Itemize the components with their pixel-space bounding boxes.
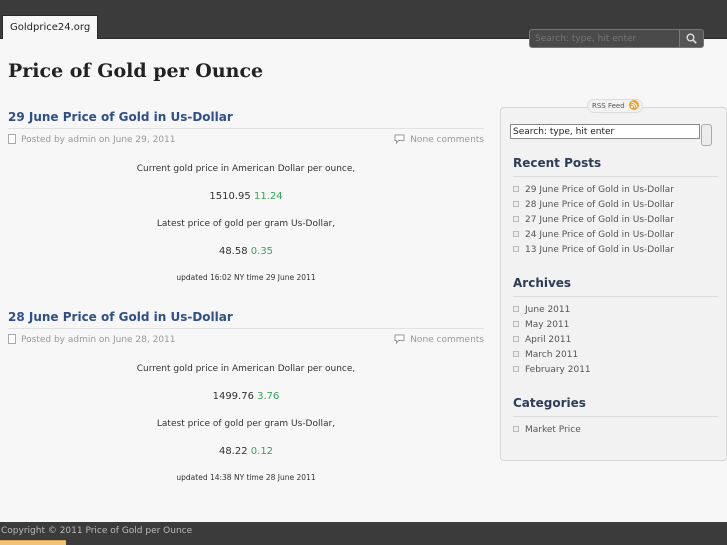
page-title: Price of Gold per Ounce [8, 60, 264, 82]
recent-post-link[interactable]: 29 June Price of Gold in Us-Dollar [513, 183, 718, 198]
bullet-icon [513, 366, 519, 372]
recent-post-link[interactable]: 28 June Price of Gold in Us-Dollar [513, 198, 718, 213]
post-line-ounce: Current gold price in American Dollar pe… [136, 364, 356, 374]
price-ounce-value: 1510.95 [209, 191, 251, 202]
categories-widget: Categories Market Price [513, 396, 718, 438]
price-gram-value: 48.58 [218, 246, 248, 257]
archive-link[interactable]: March 2011 [513, 348, 718, 363]
sidebar-search-input[interactable] [510, 124, 700, 139]
post: 28 June Price of Gold in Us-Dollar Poste… [8, 310, 484, 482]
archive-label: March 2011 [525, 350, 579, 360]
post-title-link[interactable]: 29 June Price of Gold in Us-Dollar [8, 110, 484, 129]
document-icon [8, 134, 16, 149]
comment-icon [394, 334, 405, 349]
recent-post-label: 13 June Price of Gold in Us-Dollar [525, 245, 674, 255]
recent-post-link[interactable]: 27 June Price of Gold in Us-Dollar [513, 213, 718, 228]
comments-link[interactable]: None comments [394, 133, 484, 149]
archive-label: April 2011 [525, 335, 572, 345]
updated-text: updated 14:38 NY time 28 June 2011 [176, 473, 316, 482]
category-link[interactable]: Market Price [513, 423, 718, 438]
bullet-icon [513, 201, 519, 207]
top-search-button[interactable] [679, 30, 703, 47]
bullet-icon [513, 306, 519, 312]
comments-label: None comments [410, 335, 484, 345]
price-ounce-change: 11.24 [253, 191, 283, 202]
archive-link[interactable]: April 2011 [513, 333, 718, 348]
price-gram-value: 48.22 [218, 446, 248, 457]
price-ounce-change: 3.76 [257, 391, 280, 402]
bullet-icon [513, 426, 519, 432]
archive-label: February 2011 [525, 365, 591, 375]
post-line-gram: Latest price of gold per gram Us-Dollar, [156, 419, 336, 429]
archive-label: June 2011 [525, 305, 571, 315]
archive-label: May 2011 [525, 320, 570, 330]
post-title-link[interactable]: 28 June Price of Gold in Us-Dollar [8, 310, 484, 329]
post-meta-text: Posted by admin on June 28, 2011 [21, 335, 176, 345]
recent-post-link[interactable]: 13 June Price of Gold in Us-Dollar [513, 243, 718, 258]
recent-post-link[interactable]: 24 June Price of Gold in Us-Dollar [513, 228, 718, 243]
rss-icon [628, 100, 639, 114]
comment-icon [394, 134, 405, 149]
document-icon [8, 334, 16, 349]
post: 29 June Price of Gold in Us-Dollar Poste… [8, 110, 484, 282]
recent-posts-widget: Recent Posts 29 June Price of Gold in Us… [513, 156, 718, 258]
recent-posts-heading: Recent Posts [513, 156, 718, 177]
recent-post-label: 29 June Price of Gold in Us-Dollar [525, 185, 674, 195]
category-label: Market Price [525, 425, 581, 435]
recent-post-label: 24 June Price of Gold in Us-Dollar [525, 230, 674, 240]
sidebar-search-scrollbar[interactable] [701, 124, 712, 146]
bullet-icon [513, 321, 519, 327]
site-tab[interactable]: Goldprice24.org [2, 15, 99, 39]
post-line-ounce: Current gold price in American Dollar pe… [136, 164, 356, 174]
post-line-gram: Latest price of gold per gram Us-Dollar, [156, 219, 336, 229]
price-gram: 48.22 0.12 [8, 446, 484, 457]
copyright-text: Copyright © 2011 Price of Gold per Ounce [1, 526, 193, 536]
comments-label: None comments [410, 135, 484, 145]
top-search-input[interactable] [530, 30, 680, 47]
post-body: Current gold price in American Dollar pe… [8, 364, 484, 482]
rss-feed-link[interactable]: RSS Feed [587, 99, 643, 113]
archives-widget: Archives June 2011 May 2011 April 2011 M… [513, 276, 718, 378]
categories-heading: Categories [513, 396, 718, 417]
archive-link[interactable]: May 2011 [513, 318, 718, 333]
price-gram-change: 0.12 [250, 446, 274, 457]
post-body: Current gold price in American Dollar pe… [8, 164, 484, 282]
comments-link[interactable]: None comments [394, 333, 484, 349]
bullet-icon [513, 351, 519, 357]
bullet-icon [513, 336, 519, 342]
archive-link[interactable]: June 2011 [513, 303, 718, 318]
recent-post-label: 28 June Price of Gold in Us-Dollar [525, 200, 674, 210]
rss-feed-label: RSS Feed [592, 102, 625, 110]
top-search-box[interactable] [529, 29, 704, 48]
price-gram: 48.58 0.35 [8, 246, 484, 257]
footer: Copyright © 2011 Price of Gold per Ounce [0, 522, 727, 545]
top-bar: Goldprice24.org [0, 0, 727, 48]
price-gram-change: 0.35 [250, 246, 274, 257]
price-ounce: 1510.95 11.24 [8, 191, 484, 202]
bullet-icon [513, 231, 519, 237]
archives-heading: Archives [513, 276, 718, 297]
post-meta: Posted by admin on June 28, 2011 None co… [8, 333, 484, 349]
bullet-icon [513, 216, 519, 222]
footer-badge [0, 540, 66, 545]
post-meta: Posted by admin on June 29, 2011 None co… [8, 133, 484, 149]
recent-post-label: 27 June Price of Gold in Us-Dollar [525, 215, 674, 225]
sidebar: Recent Posts 29 June Price of Gold in Us… [500, 107, 727, 461]
price-ounce: 1499.76 3.76 [8, 391, 484, 402]
archive-link[interactable]: February 2011 [513, 363, 718, 378]
price-ounce-value: 1499.76 [212, 391, 254, 402]
post-meta-text: Posted by admin on June 29, 2011 [21, 135, 176, 145]
bullet-icon [513, 186, 519, 192]
bullet-icon [513, 246, 519, 252]
updated-text: updated 16:02 NY time 29 June 2011 [176, 273, 316, 282]
